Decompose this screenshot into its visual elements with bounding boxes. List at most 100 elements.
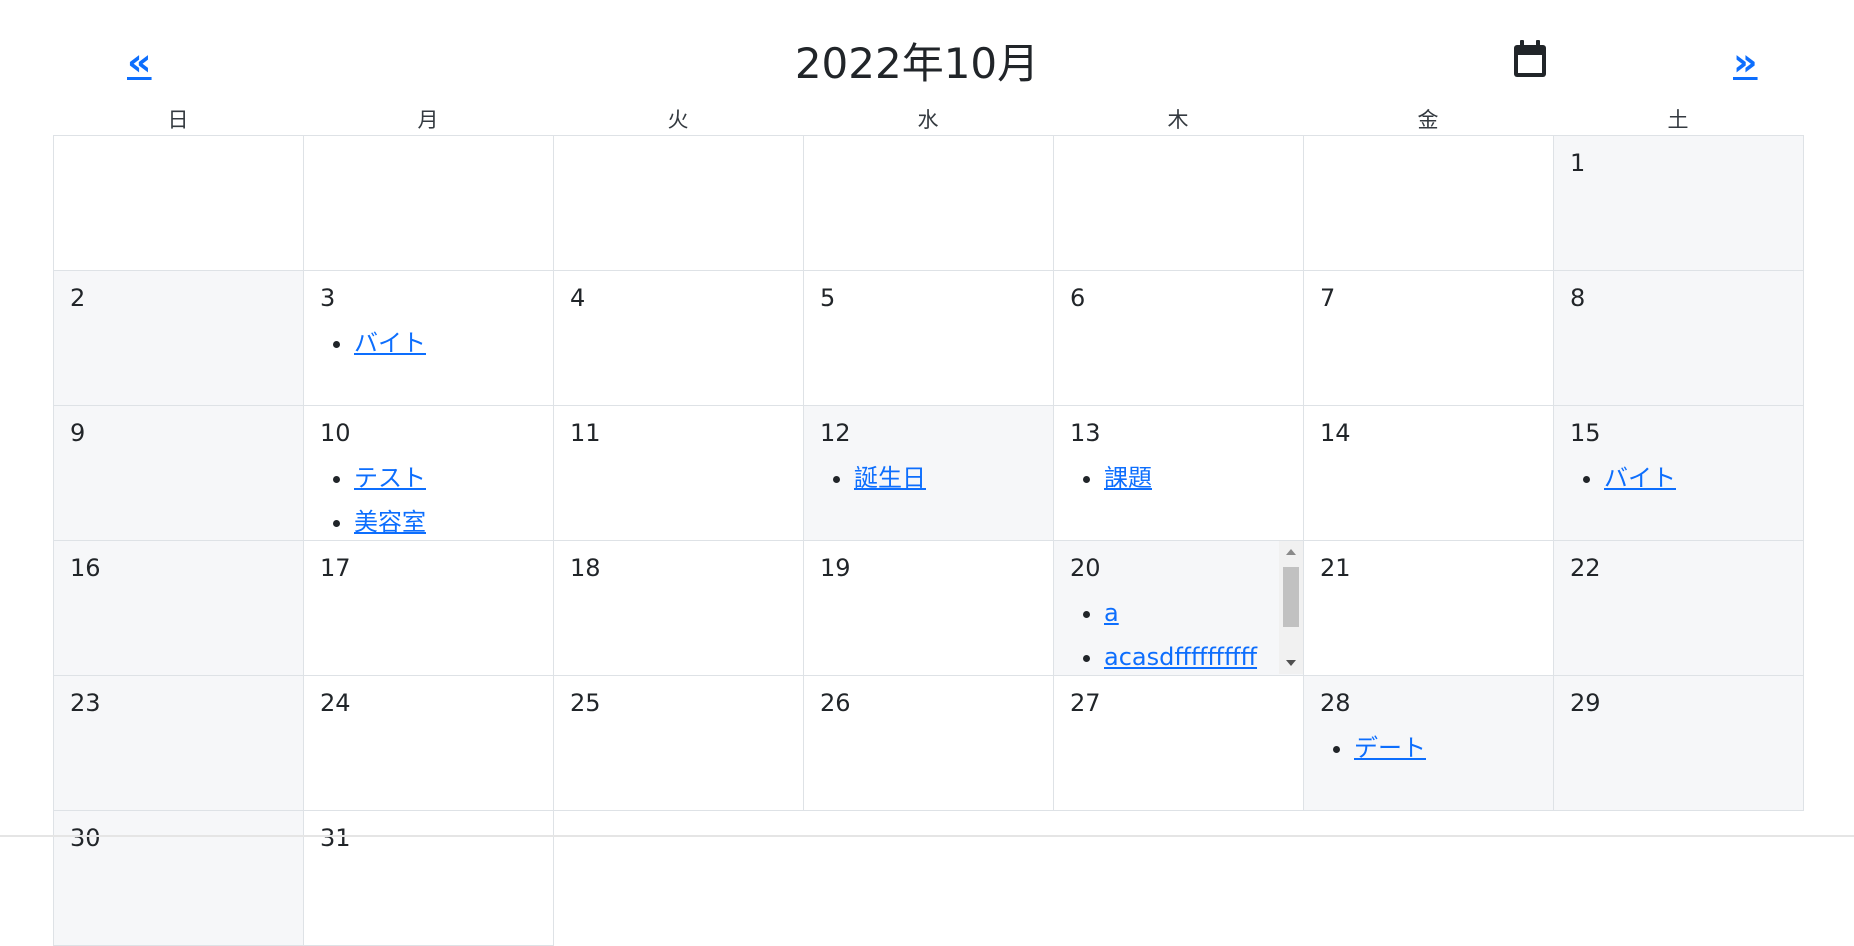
day-cell[interactable]: 2 [53,270,304,406]
event-link[interactable]: バイト [1604,464,1676,492]
event-list: テスト美容室 [332,456,426,540]
event-list: デート [1332,726,1426,770]
event-item: テスト [354,456,426,500]
event-link[interactable]: acasdffffffffff [1104,643,1257,671]
day-number: 29 [1570,689,1601,717]
day-number: 17 [320,554,351,582]
event-link[interactable]: 課題 [1104,464,1152,492]
day-number: 3 [320,284,336,312]
day-number: 1 [1570,149,1586,177]
day-number: 27 [1070,689,1101,717]
day-cell[interactable]: 14 [1303,405,1554,541]
day-cell[interactable]: 1 [1553,135,1804,271]
event-list: バイト [1582,456,1676,500]
day-cell[interactable]: 15バイト [1553,405,1804,541]
weekday-tue: 火 [667,108,689,132]
day-number: 22 [1570,554,1601,582]
day-number: 15 [1570,419,1601,447]
day-cell[interactable]: 18 [553,540,804,676]
day-cell[interactable]: 3 バイト [303,270,554,406]
event-link[interactable]: デート [1354,734,1426,762]
event-list: バイト [332,321,426,365]
weekday-thu: 木 [1167,108,1189,132]
day-cell[interactable]: 25 [553,675,804,811]
day-cell[interactable] [53,135,304,271]
event-link[interactable]: バイト [354,329,426,357]
day-cell[interactable]: 4 [553,270,804,406]
calendar-icon[interactable] [1511,39,1549,79]
day-cell[interactable]: 12誕生日 [803,405,1054,541]
day-number: 14 [1320,419,1351,447]
day-cell[interactable] [553,135,804,271]
day-number: 4 [570,284,586,312]
day-cell[interactable]: 7 [1303,270,1554,406]
day-cell[interactable]: 29 [1553,675,1804,811]
day-number: 5 [820,284,836,312]
day-cell[interactable]: 11 [553,405,804,541]
event-link[interactable]: a [1104,599,1119,627]
day-cell[interactable]: 24 [303,675,554,811]
scroll-up-arrow-icon[interactable] [1286,549,1296,555]
day-number: 9 [70,419,86,447]
event-item: acasdffffffffff [1104,635,1257,675]
weekday-mon: 月 [417,108,439,132]
day-number: 6 [1070,284,1086,312]
day-cell[interactable]: 27 [1053,675,1304,811]
next-month-link[interactable]: » [1733,40,1758,84]
day-cell[interactable]: 13課題 [1053,405,1304,541]
day-cell[interactable]: 21 [1303,540,1554,676]
day-cell[interactable] [303,135,554,271]
day-cell[interactable]: 9 [53,405,304,541]
event-list: 課題 [1082,456,1152,500]
day-cell[interactable]: 31 [303,810,554,946]
scrollbar-thumb[interactable] [1283,567,1299,627]
event-link[interactable]: 美容室 [354,508,426,536]
day-cell[interactable]: 23 [53,675,304,811]
day-cell[interactable]: 22 [1553,540,1804,676]
day-cell[interactable]: 16 [53,540,304,676]
day-cell[interactable]: 30 [53,810,304,946]
day-number: 7 [1320,284,1336,312]
day-number: 2 [70,284,86,312]
day-cell[interactable]: 19 [803,540,1054,676]
day-cell[interactable] [1053,135,1304,271]
event-link[interactable]: 誕生日 [854,464,926,492]
day-cell[interactable]: 8 [1553,270,1804,406]
day-number: 31 [320,824,351,852]
month-title: 2022年10月 [794,39,1040,88]
scroll-down-arrow-icon[interactable] [1286,660,1296,666]
calendar-header: « 2022年10月 » [0,0,1854,120]
day-cell[interactable]: 26 [803,675,1054,811]
day-number: 8 [1570,284,1586,312]
event-link[interactable]: テスト [354,464,426,492]
day-cell[interactable]: 17 [303,540,554,676]
event-item: デート [1354,726,1426,770]
day-number: 13 [1070,419,1101,447]
event-item: 誕生日 [854,456,926,500]
day-number: 16 [70,554,101,582]
day-number: 21 [1320,554,1351,582]
day-number: 11 [570,419,601,447]
event-item: a [1104,591,1257,635]
event-list: 誕生日 [832,456,926,500]
day-cell[interactable]: 20a acasdffffffffff [1053,540,1304,676]
day-number: 26 [820,689,851,717]
cell-scrollbar[interactable] [1279,541,1303,674]
day-cell[interactable]: 10テスト美容室 [303,405,554,541]
weekday-sat: 土 [1667,108,1689,132]
day-number: 23 [70,689,101,717]
weekday-fri: 金 [1417,108,1439,132]
day-number: 25 [570,689,601,717]
day-cell[interactable] [803,135,1054,271]
day-number: 19 [820,554,851,582]
day-number: 18 [570,554,601,582]
weekday-header-row: 日 月 火 水 木 金 土 [53,104,1833,136]
day-cell[interactable] [1303,135,1554,271]
day-cell[interactable]: 28デート [1303,675,1554,811]
event-item: バイト [354,321,426,365]
event-item: 課題 [1104,456,1152,500]
day-number: 30 [70,824,101,852]
day-cell[interactable]: 5 [803,270,1054,406]
day-number: 12 [820,419,851,447]
day-cell[interactable]: 6 [1053,270,1304,406]
